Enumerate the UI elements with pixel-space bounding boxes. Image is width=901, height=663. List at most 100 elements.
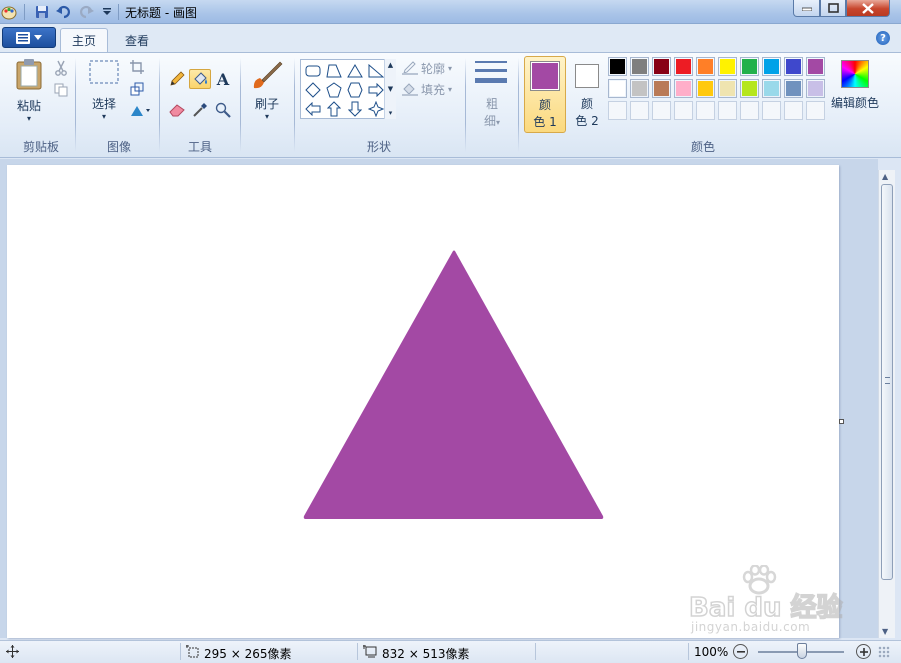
- baidu-watermark: Bai du 经验 jingyan.baidu.com: [688, 564, 843, 635]
- scroll-thumb[interactable]: [881, 184, 893, 580]
- copy-button[interactable]: [50, 80, 72, 100]
- cut-button[interactable]: [50, 58, 72, 78]
- palette-color-swatch[interactable]: [806, 79, 825, 98]
- custom-color-slot[interactable]: [718, 101, 737, 120]
- diamond-shape[interactable]: [303, 81, 323, 99]
- brushes-button[interactable]: 刷子 ▾: [248, 58, 286, 126]
- pentagon-shape[interactable]: [324, 81, 344, 99]
- tab-view[interactable]: 查看: [114, 28, 160, 52]
- shapes-gallery[interactable]: [300, 59, 396, 119]
- right-triangle-shape[interactable]: [366, 62, 386, 80]
- custom-color-slot[interactable]: [630, 101, 649, 120]
- color2-button[interactable]: 颜 色 2: [570, 56, 604, 133]
- hexagon-shape[interactable]: [345, 81, 365, 99]
- canvas-resize-handle-right[interactable]: [839, 419, 844, 424]
- chevron-down-icon: ▾: [496, 118, 501, 127]
- resize-button[interactable]: [126, 79, 148, 99]
- palette-color-swatch[interactable]: [784, 79, 803, 98]
- palette-color-swatch[interactable]: [608, 57, 627, 76]
- fill-bucket-icon: [402, 83, 418, 96]
- resize-icon: [130, 82, 144, 96]
- custom-color-slot[interactable]: [762, 101, 781, 120]
- clipboard-group-label: 剪贴板: [22, 140, 59, 154]
- right-arrow-shape[interactable]: [366, 81, 386, 99]
- palette-color-swatch[interactable]: [674, 79, 693, 98]
- scroll-up-icon[interactable]: ▲: [882, 172, 888, 181]
- tab-home[interactable]: 主页: [60, 28, 108, 52]
- palette-color-swatch[interactable]: [674, 57, 693, 76]
- scroll-down-icon[interactable]: ▼: [882, 627, 888, 636]
- palette-color-swatch[interactable]: [784, 57, 803, 76]
- customize-quick-access-icon[interactable]: [98, 3, 116, 21]
- rectangle-shape[interactable]: [303, 62, 323, 80]
- pencil-tool[interactable]: [166, 69, 188, 89]
- drawing-canvas[interactable]: Bai du 经验 jingyan.baidu.com: [7, 165, 843, 638]
- shapes-scroll[interactable]: ▲ ▼ ▾: [384, 59, 396, 119]
- application-menu-button[interactable]: [2, 27, 56, 48]
- custom-color-slot[interactable]: [674, 101, 693, 120]
- palette-color-swatch[interactable]: [630, 57, 649, 76]
- custom-color-slot[interactable]: [784, 101, 803, 120]
- clipboard-icon: [16, 59, 42, 90]
- down-arrow-shape[interactable]: [345, 100, 365, 118]
- palette-color-swatch[interactable]: [652, 79, 671, 98]
- edit-colors-button[interactable]: 编辑颜色: [830, 58, 880, 118]
- palette-color-swatch[interactable]: [652, 57, 671, 76]
- color-picker-tool[interactable]: [189, 100, 211, 120]
- resize-grip[interactable]: [878, 646, 890, 658]
- zoom-in-button[interactable]: [856, 644, 871, 659]
- palette-color-swatch[interactable]: [608, 79, 627, 98]
- outline-pencil-icon: [402, 61, 418, 75]
- palette-color-swatch[interactable]: [740, 57, 759, 76]
- up-arrow-shape[interactable]: [324, 100, 344, 118]
- color1-button[interactable]: 颜 色 1: [524, 56, 566, 133]
- custom-color-slot[interactable]: [652, 101, 671, 120]
- vertical-scrollbar[interactable]: ▲ ▼: [878, 170, 895, 638]
- fill-tool[interactable]: [189, 69, 211, 89]
- chevron-down-icon[interactable]: ▼: [388, 85, 393, 93]
- polygon-shape[interactable]: [324, 62, 344, 80]
- custom-color-slot[interactable]: [608, 101, 627, 120]
- zoom-slider-thumb[interactable]: [797, 643, 807, 659]
- crop-button[interactable]: [126, 57, 148, 77]
- palette-color-swatch[interactable]: [806, 57, 825, 76]
- rotate-button[interactable]: [126, 101, 154, 121]
- eraser-tool[interactable]: [166, 100, 188, 120]
- chevron-up-icon[interactable]: ▲: [388, 61, 393, 69]
- palette-color-swatch[interactable]: [696, 57, 715, 76]
- paste-button[interactable]: 粘贴 ▾: [12, 58, 46, 124]
- undo-icon[interactable]: [55, 3, 73, 21]
- minimize-button[interactable]: [793, 0, 820, 17]
- redo-icon[interactable]: [77, 3, 95, 21]
- triangle-shape[interactable]: [345, 62, 365, 80]
- palette-color-swatch[interactable]: [762, 57, 781, 76]
- palette-color-swatch[interactable]: [630, 79, 649, 98]
- size-button[interactable]: 粗 细▾: [474, 58, 510, 128]
- expand-gallery-icon[interactable]: ▾: [389, 109, 393, 117]
- custom-color-slot[interactable]: [696, 101, 715, 120]
- palette-color-swatch[interactable]: [740, 79, 759, 98]
- palette-color-swatch[interactable]: [718, 79, 737, 98]
- magnifier-tool[interactable]: [212, 100, 234, 120]
- help-icon[interactable]: ?: [876, 31, 890, 45]
- text-tool[interactable]: A: [212, 69, 234, 89]
- palette-color-swatch[interactable]: [696, 79, 715, 98]
- paint-app-icon[interactable]: [0, 3, 18, 21]
- custom-color-slot[interactable]: [806, 101, 825, 120]
- chevron-down-icon: [34, 35, 42, 40]
- four-point-star-shape[interactable]: [366, 100, 386, 118]
- size-label-line2: 细: [483, 114, 496, 128]
- save-icon[interactable]: [33, 3, 51, 21]
- palette-color-swatch[interactable]: [718, 57, 737, 76]
- menu-icon: [16, 31, 30, 44]
- purple-triangle[interactable]: [303, 250, 604, 520]
- zoom-out-button[interactable]: [733, 644, 748, 659]
- select-button[interactable]: 选择 ▾: [84, 58, 124, 124]
- fill-button[interactable]: 填充 ▾: [402, 80, 452, 98]
- palette-color-swatch[interactable]: [762, 79, 781, 98]
- close-button[interactable]: [846, 0, 890, 17]
- left-arrow-shape[interactable]: [303, 100, 323, 118]
- maximize-button[interactable]: [820, 0, 846, 17]
- custom-color-slot[interactable]: [740, 101, 759, 120]
- outline-button[interactable]: 轮廓 ▾: [402, 59, 452, 77]
